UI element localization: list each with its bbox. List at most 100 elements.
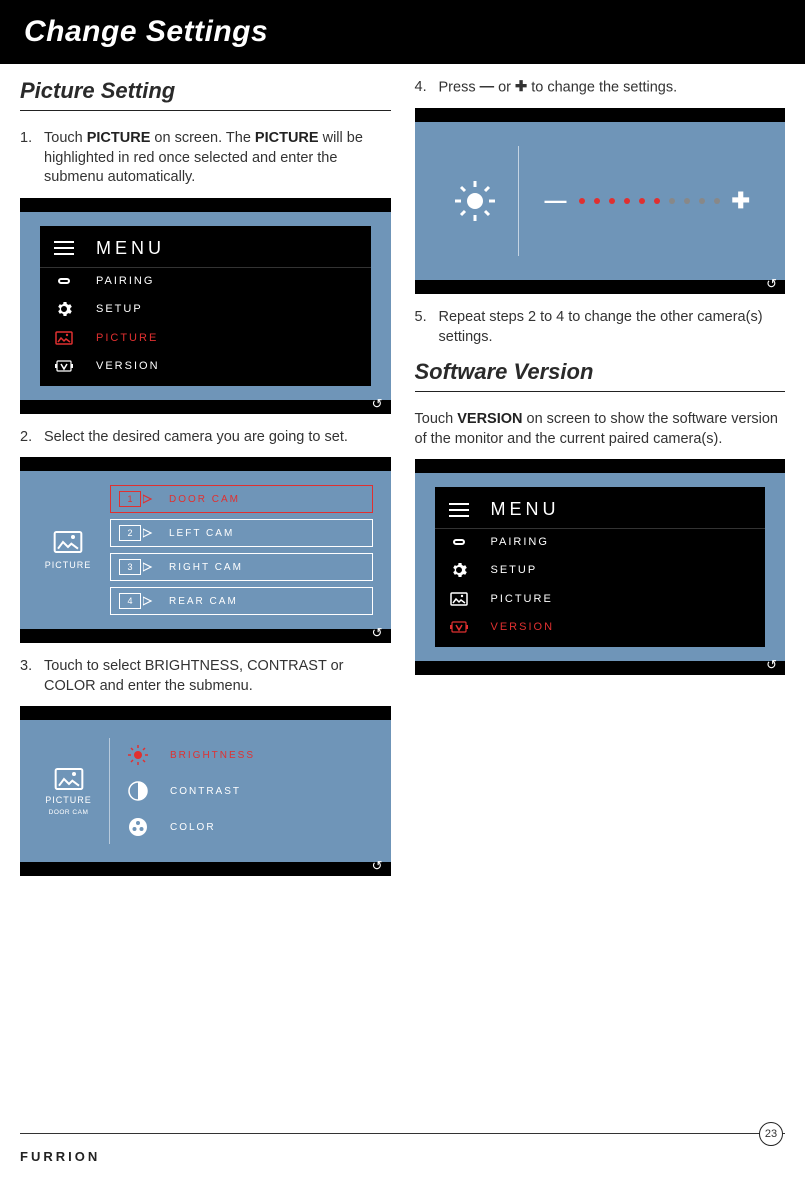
camera-row-right[interactable]: 3 RIGHT CAM [110,553,373,581]
minus-button[interactable]: — [545,188,567,214]
menu-item-setup[interactable]: SETUP [435,555,766,585]
picture-icon [53,530,83,554]
slider-icon-box [433,146,519,256]
menu-item-picture[interactable]: PICTURE [40,324,371,352]
menu-item-picture[interactable]: PICTURE [435,585,766,613]
picsub-color[interactable]: COLOR [124,816,373,838]
brightness-icon [453,179,497,223]
side-label-text: PICTURE [45,560,92,570]
camera-row-rear[interactable]: 4 REAR CAM [110,587,373,615]
menu-item-version[interactable]: VERSION [40,352,371,380]
slider-dot [609,198,615,204]
menu-item-pairing[interactable]: PAIRING [435,529,766,555]
steps-list-left: Touch PICTURE on screen. The PICTURE wil… [20,129,391,188]
cam-num: 1 [127,494,132,504]
cam-label: REAR CAM [169,596,238,607]
steps-list-right-4: Press — or ✚ to change the settings. [415,78,786,98]
back-icon[interactable]: ↺ [766,276,777,292]
step-4: Press — or ✚ to change the settings. [415,78,786,98]
slider-dot [714,198,720,204]
picsub-label: CONTRAST [170,786,241,797]
menu-item-setup[interactable]: SETUP [40,294,371,324]
side-label-1: PICTURE [45,795,92,805]
cam-num: 4 [127,596,132,606]
version-icon [54,359,74,373]
screenshot-picture-submenu: PICTURE DOOR CAM BRIGHTNESS CONTR [20,706,391,876]
step-text: to change the settings. [527,80,677,96]
back-icon[interactable]: ↺ [766,657,777,673]
back-icon[interactable]: ↺ [372,625,383,641]
page-title: Change Settings [24,15,268,49]
picsub-contrast[interactable]: CONTRAST [124,780,373,802]
hamburger-icon[interactable] [449,503,469,517]
step-text: Touch [44,130,87,146]
screenshot-camera-list: PICTURE 1 DOOR CAM 2 [20,457,391,643]
menu-label: SETUP [491,564,538,576]
step-2: Select the desired camera you are going … [20,428,391,448]
slider-dot [699,198,705,204]
camera-icon: 3 [119,559,153,575]
link-icon [54,275,74,287]
cam-label: RIGHT CAM [169,562,243,573]
picture-sub-side: PICTURE DOOR CAM [38,738,110,844]
hamburger-icon[interactable] [54,241,74,255]
camera-row-left[interactable]: 2 LEFT CAM [110,519,373,547]
screenshot-brightness-slider: — ✚ ↺ [415,108,786,294]
side-label-2: DOOR CAM [49,809,89,816]
menu-title: MENU [96,238,165,259]
menu-title-row: MENU [435,493,766,529]
slider-dot [669,198,675,204]
camera-icon: 2 [119,525,153,541]
text: Touch [415,411,458,427]
cam-num: 3 [127,562,132,572]
bold-text: PICTURE [255,130,319,146]
menu-label: PAIRING [96,275,154,287]
version-paragraph: Touch VERSION on screen to show the soft… [415,410,786,449]
menu-item-pairing[interactable]: PAIRING [40,268,371,294]
step-5: Repeat steps 2 to 4 to change the other … [415,308,786,347]
picture-sub-list: BRIGHTNESS CONTRAST COLOR [124,738,373,844]
camera-icon: 4 [119,593,153,609]
slider-dot [654,198,660,204]
menu-label: SETUP [96,303,143,315]
picture-icon [449,592,469,606]
menu-title-row: MENU [40,232,371,268]
slider-dots[interactable] [579,198,720,204]
menu-item-version[interactable]: VERSION [435,613,766,641]
section-heading-picture: Picture Setting [20,78,391,111]
link-icon [449,536,469,548]
side-picture-label: PICTURE [38,485,98,615]
plus-button[interactable]: ✚ [732,188,750,214]
picture-icon [54,767,84,791]
steps-list-left-2: Select the desired camera you are going … [20,428,391,448]
section-heading-version: Software Version [415,359,786,392]
brightness-icon [124,744,152,766]
footer-divider [20,1133,785,1134]
cam-num: 2 [127,528,132,538]
step-text: on screen. The [150,130,255,146]
camera-row-door[interactable]: 1 DOOR CAM [110,485,373,513]
step-text: or [494,80,515,96]
back-icon[interactable]: ↺ [372,396,383,412]
cam-label: DOOR CAM [169,494,240,505]
back-icon[interactable]: ↺ [372,858,383,874]
step-1: Touch PICTURE on screen. The PICTURE wil… [20,129,391,188]
gear-icon [54,301,74,317]
brand-logo: FURRION [20,1149,100,1164]
minus-icon: — [480,78,495,98]
bold-text: PICTURE [87,130,151,146]
screenshot-menu-picture: MENU PAIRING SETUP [20,198,391,414]
step-3: Touch to select BRIGHTNESS, CONTRAST or … [20,657,391,696]
camera-icon: 1 [119,491,153,507]
picture-icon [54,331,74,345]
content-area: Picture Setting Touch PICTURE on screen.… [0,64,805,890]
cam-label: LEFT CAM [169,528,234,539]
menu-label: VERSION [491,621,555,633]
picsub-brightness[interactable]: BRIGHTNESS [124,744,373,766]
gear-icon [449,562,469,578]
picsub-label: COLOR [170,822,216,833]
bold-text: VERSION [457,411,522,427]
page-number: 23 [759,1122,783,1146]
camera-list: 1 DOOR CAM 2 LEFT CAM [110,485,373,615]
picsub-label: BRIGHTNESS [170,750,255,761]
